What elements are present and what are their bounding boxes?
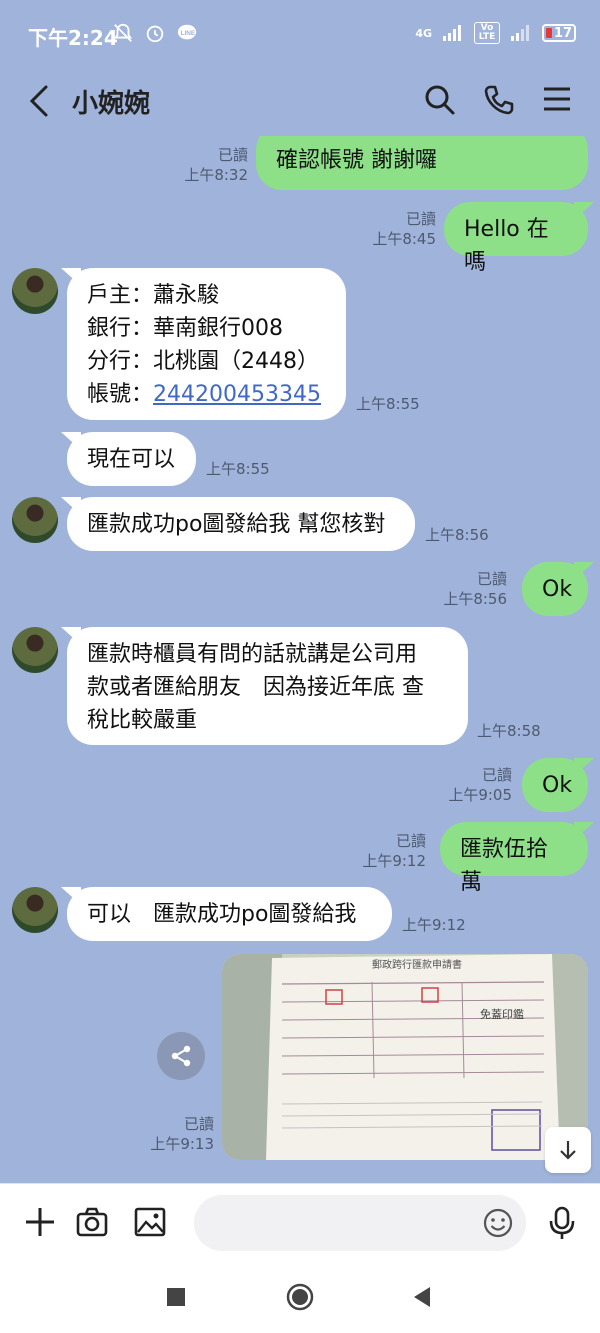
message-bubble-sent[interactable]: 匯款伍拾萬	[440, 822, 588, 895]
message-time: 上午8:58	[477, 722, 541, 740]
status-bar: 下午2:24 LINE 4G Vo LTE 17	[0, 0, 600, 66]
message-time: 上午8:55	[206, 460, 270, 478]
message-meta: 已讀 上午9:13	[150, 1115, 214, 1153]
back-arrow-icon[interactable]	[24, 84, 54, 122]
phone-icon[interactable]	[483, 84, 515, 120]
volte-label: Vo LTE	[474, 22, 500, 44]
line-app-icon: LINE	[177, 24, 197, 40]
message-meta: 已讀 上午9:05	[448, 766, 512, 804]
message-bubble-sent[interactable]: Ok	[522, 758, 588, 812]
share-button[interactable]	[157, 1032, 205, 1080]
image-icon[interactable]	[134, 1206, 166, 1242]
arrow-down-icon	[560, 1141, 576, 1160]
mute-bell-icon	[113, 23, 133, 42]
signal-icon	[443, 25, 461, 41]
message-input[interactable]	[194, 1195, 526, 1251]
chat-title: 小婉婉	[72, 89, 151, 119]
message-time: 上午9:12	[402, 916, 466, 934]
network-4g-label: 4G	[415, 26, 432, 40]
message-time: 上午8:56	[425, 526, 489, 544]
share-icon	[171, 1045, 191, 1067]
emoji-icon[interactable]	[482, 1207, 514, 1243]
system-nav-bar	[0, 1261, 600, 1333]
message-bubble-received[interactable]: 匯款成功po圖發給我 幫您核對	[67, 497, 415, 551]
message-bubble-sent[interactable]: Ok	[522, 562, 588, 616]
contact-avatar[interactable]	[12, 627, 58, 673]
plus-icon[interactable]	[24, 1206, 56, 1242]
recent-apps-icon[interactable]	[166, 1285, 186, 1313]
receipt-title: 郵政跨行匯款申請書	[372, 960, 462, 971]
message-bubble-received[interactable]: 戶主：蕭永駿 銀行：華南銀行008 分行：北桃園（2448） 帳號：244200…	[67, 268, 346, 420]
message-bubble-received[interactable]: 可以 匯款成功po圖發給我	[67, 887, 392, 941]
battery-icon: 17	[542, 24, 576, 42]
contact-avatar[interactable]	[12, 268, 58, 314]
contact-avatar[interactable]	[12, 497, 58, 543]
svg-text:LINE: LINE	[181, 30, 196, 37]
message-time: 上午8:55	[356, 395, 420, 413]
message-meta: 已讀 上午8:32	[184, 146, 248, 184]
message-input-bar	[0, 1183, 600, 1262]
receipt-stamp-label: 免蓋印鑑	[480, 1008, 524, 1021]
message-bubble-sent[interactable]: Hello 在嗎	[444, 202, 588, 275]
message-bubble-received[interactable]: 匯款時櫃員有問的話就講是公司用 款或者匯給朋友 因為接近年底 查 稅比較嚴重	[67, 627, 468, 745]
microphone-icon[interactable]	[546, 1206, 578, 1244]
transfer-receipt-photo[interactable]: 郵政跨行匯款申請書 免蓋印鑑	[222, 954, 588, 1160]
scroll-down-button[interactable]	[545, 1127, 591, 1173]
chat-header: 小婉婉	[0, 66, 600, 136]
message-meta: 已讀 上午8:45	[372, 210, 436, 248]
back-nav-icon[interactable]	[412, 1285, 432, 1313]
message-meta: 已讀 上午9:12	[362, 832, 426, 870]
search-icon[interactable]	[424, 84, 456, 120]
signal-weak-icon	[511, 25, 529, 41]
alarm-icon	[146, 25, 164, 43]
status-time: 下午2:24	[28, 26, 118, 50]
camera-icon[interactable]	[76, 1206, 108, 1242]
account-number-link[interactable]: 244200453345	[153, 382, 321, 407]
message-bubble-sent[interactable]: 確認帳號 謝謝囉	[256, 136, 588, 190]
menu-icon[interactable]	[542, 84, 572, 118]
chat-area[interactable]: 確認帳號 謝謝囉 已讀 上午8:32 Hello 在嗎 已讀 上午8:45 戶主…	[0, 136, 600, 1183]
receipt-image	[222, 954, 588, 1160]
message-meta: 已讀 上午8:56	[443, 570, 507, 608]
message-bubble-received[interactable]: 現在可以	[67, 432, 196, 486]
contact-avatar[interactable]	[12, 887, 58, 933]
home-icon[interactable]	[286, 1283, 314, 1315]
